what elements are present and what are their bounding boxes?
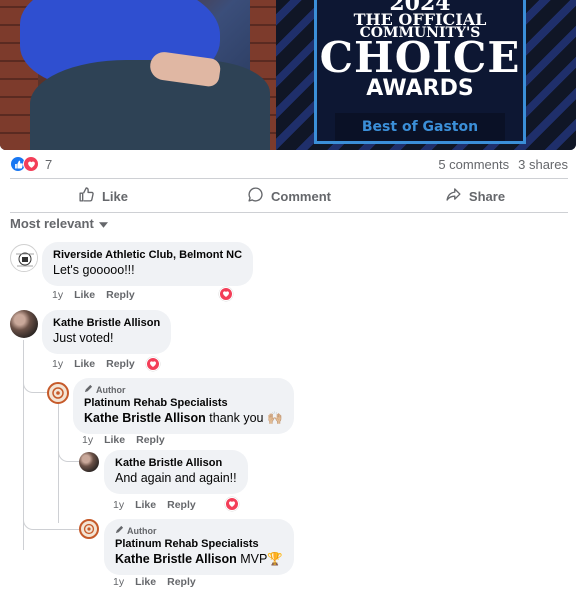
comment-text: And again and again!! <box>115 471 237 485</box>
comment-button-label: Comment <box>271 188 331 204</box>
reaction-count[interactable]: 7 <box>45 157 52 172</box>
shares-count-link[interactable]: 3 shares <box>518 157 568 172</box>
share-arrow-icon <box>445 186 462 206</box>
comment-bubble-riverside: Riverside Athletic Club, Belmont NC Let'… <box>42 242 254 286</box>
comment-like-button[interactable]: Like <box>135 499 156 511</box>
divider-top <box>10 178 568 179</box>
post-image[interactable]: 2024 THE OFFICIAL COMMUNITY'S CHOICE AWA… <box>0 0 576 150</box>
author-badge-label: Author <box>96 385 126 395</box>
comment-bubble-kathe: Kathe Bristle Allison Just voted! <box>42 310 172 354</box>
thread-connector <box>23 340 47 393</box>
reactions-summary: 7 5 comments 3 shares <box>10 154 568 174</box>
comment-meta: 1y Like Reply <box>113 576 196 588</box>
love-reaction-icon <box>23 156 39 172</box>
award-graphic: 2024 THE OFFICIAL COMMUNITY'S CHOICE AWA… <box>276 0 576 150</box>
reply-bubble-platinum-1: Author Platinum Rehab Specialists Kathe … <box>73 378 294 434</box>
caret-down-icon <box>98 216 108 231</box>
comment-love-reaction-icon[interactable] <box>145 357 160 371</box>
comment-author[interactable]: Kathe Bristle Allison <box>53 316 160 330</box>
like-button-label: Like <box>101 188 128 204</box>
share-button[interactable]: Share <box>382 180 568 212</box>
divider-bottom <box>10 212 568 213</box>
comment-text-body: MVP🏆 <box>236 552 283 566</box>
comment-like-button[interactable]: Like <box>135 576 156 588</box>
comment-reply-button[interactable]: Reply <box>136 434 165 446</box>
author-badge: Author <box>84 384 283 396</box>
comment-author[interactable]: Platinum Rehab Specialists <box>115 537 283 551</box>
comment-text: Let's gooooo!!! <box>53 263 135 277</box>
comment-reply-button[interactable]: Reply <box>106 358 135 370</box>
comment-love-reaction-icon[interactable] <box>225 497 239 511</box>
comment-text-body: thank you 🙌🏼 <box>205 411 283 425</box>
kathe-avatar[interactable] <box>10 310 38 338</box>
author-badge: Author <box>115 525 283 537</box>
comment-meta: 1y Like Reply <box>113 499 196 511</box>
award-line-awards: AWARDS <box>366 76 474 101</box>
comment-like-button[interactable]: Like <box>104 434 125 446</box>
mention-link[interactable]: Kathe Bristle Allison <box>84 411 206 425</box>
comment-like-button[interactable]: Like <box>74 289 95 301</box>
pencil-icon <box>84 384 93 396</box>
comment-love-reaction-icon[interactable] <box>219 287 233 301</box>
reply-bubble-platinum-2: Author Platinum Rehab Specialists Kathe … <box>104 519 294 575</box>
reply-bubble-kathe: Kathe Bristle Allison And again and agai… <box>104 450 248 494</box>
pencil-icon <box>115 525 124 537</box>
comment-meta: 1y Like Reply <box>52 357 160 371</box>
platinum-avatar[interactable] <box>79 519 99 539</box>
comment-reply-button[interactable]: Reply <box>106 289 135 301</box>
post-photo <box>0 0 276 150</box>
share-button-label: Share <box>468 188 506 204</box>
award-card: 2024 THE OFFICIAL COMMUNITY'S CHOICE AWA… <box>314 0 526 144</box>
award-line-choice: CHOICE <box>319 33 521 82</box>
author-badge-label: Author <box>127 526 157 536</box>
thread-connector <box>23 490 79 530</box>
comment-reply-button[interactable]: Reply <box>167 576 196 588</box>
thumbs-up-icon <box>78 186 95 206</box>
comment-author[interactable]: Kathe Bristle Allison <box>115 456 237 470</box>
comment-meta: 1y Like Reply <box>52 289 135 301</box>
comment-author[interactable]: Riverside Athletic Club, Belmont NC <box>53 248 242 262</box>
comment-text: Just voted! <box>53 331 114 345</box>
comments-count-link[interactable]: 5 comments <box>438 157 509 172</box>
comment-meta: 1y Like Reply <box>82 434 165 446</box>
reaction-icons[interactable]: 7 <box>10 156 52 172</box>
kathe-avatar[interactable] <box>79 452 99 472</box>
photo-jeans <box>30 60 270 150</box>
post-action-bar: Like Comment Share <box>10 180 568 212</box>
comment-button[interactable]: Comment <box>196 180 382 212</box>
like-button[interactable]: Like <box>10 180 196 212</box>
comment-timestamp[interactable]: 1y <box>52 289 63 301</box>
comment-sort-dropdown[interactable]: Most relevant <box>10 216 108 231</box>
mention-link[interactable]: Kathe Bristle Allison <box>115 552 237 566</box>
comment-bubble-icon <box>247 186 264 206</box>
comment-timestamp[interactable]: 1y <box>82 434 93 446</box>
comment-timestamp[interactable]: 1y <box>113 499 124 511</box>
sort-label: Most relevant <box>10 216 94 231</box>
comment-like-button[interactable]: Like <box>74 358 95 370</box>
thread-connector <box>58 440 80 462</box>
comment-reply-button[interactable]: Reply <box>167 499 196 511</box>
riverside-avatar[interactable] <box>10 244 38 272</box>
comment-timestamp[interactable]: 1y <box>52 358 63 370</box>
comment-timestamp[interactable]: 1y <box>113 576 124 588</box>
comment-author[interactable]: Platinum Rehab Specialists <box>84 396 283 410</box>
platinum-avatar[interactable] <box>47 382 69 404</box>
comment-text: Kathe Bristle Allison MVP🏆 <box>115 551 283 568</box>
award-line-best-of: Best of Gaston <box>335 113 505 141</box>
comment-text: Kathe Bristle Allison thank you 🙌🏼 <box>84 410 283 427</box>
